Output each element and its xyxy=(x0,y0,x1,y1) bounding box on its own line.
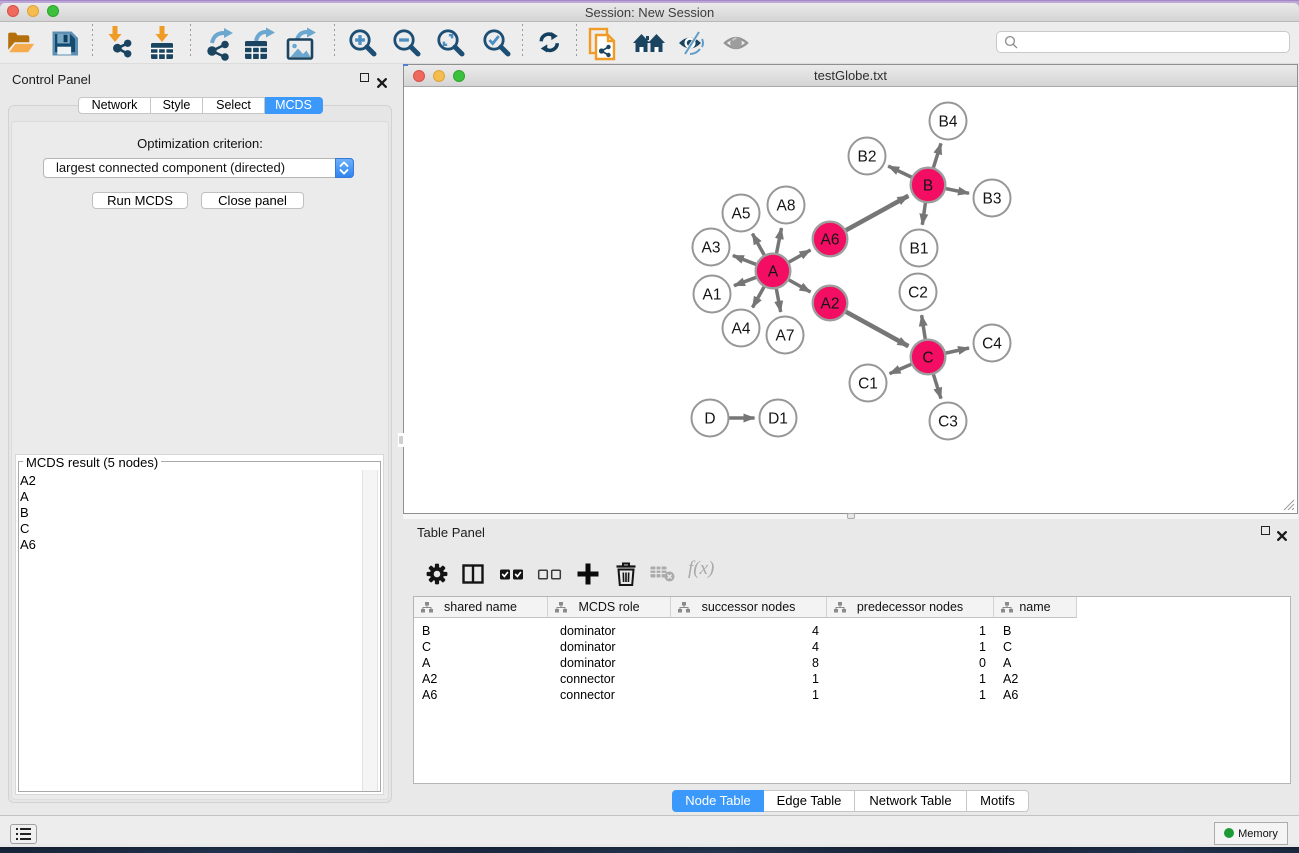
svg-text:B1: B1 xyxy=(910,241,929,258)
svg-text:A5: A5 xyxy=(732,206,751,223)
svg-text:A1: A1 xyxy=(703,287,722,304)
svg-text:A8: A8 xyxy=(777,198,796,215)
svg-text:A3: A3 xyxy=(702,240,721,257)
svg-text:B: B xyxy=(923,178,933,195)
svg-text:C: C xyxy=(922,350,933,367)
svg-text:C2: C2 xyxy=(908,285,928,302)
svg-text:B4: B4 xyxy=(939,114,958,131)
svg-text:A: A xyxy=(768,264,779,281)
svg-text:B3: B3 xyxy=(983,191,1002,208)
svg-text:A2: A2 xyxy=(821,296,840,313)
svg-text:B2: B2 xyxy=(858,149,877,166)
svg-text:A7: A7 xyxy=(776,328,795,345)
svg-text:C4: C4 xyxy=(982,336,1002,353)
svg-text:D1: D1 xyxy=(768,411,788,428)
svg-text:A4: A4 xyxy=(732,321,751,338)
svg-text:C1: C1 xyxy=(858,376,878,393)
svg-text:A6: A6 xyxy=(821,232,840,249)
svg-text:D: D xyxy=(704,411,715,428)
svg-text:C3: C3 xyxy=(938,414,958,431)
